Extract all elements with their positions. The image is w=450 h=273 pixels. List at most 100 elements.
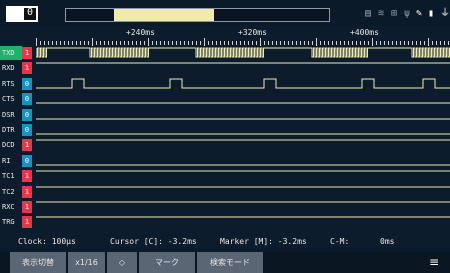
ruler-tick <box>216 41 217 45</box>
ruler-tick <box>276 41 277 45</box>
channel-row[interactable]: TXD 1 <box>0 46 450 60</box>
channel-waveform <box>36 164 450 166</box>
channel-row[interactable]: DTR 0 <box>0 123 450 137</box>
ruler-tick <box>236 41 237 45</box>
top-toolbar: 0 ▤ ≋ ⊞ ψ ✎ ▮ ⏚ <box>0 0 450 26</box>
channel-state-badge: 1 <box>22 62 32 75</box>
waveform-trace <box>36 78 450 89</box>
ruler-tick <box>132 41 133 45</box>
usb-plug-icon: ⏚ <box>440 8 450 19</box>
channel-waveform <box>36 139 450 141</box>
ruler-tick <box>448 41 449 45</box>
channel-label: RXC <box>2 203 15 211</box>
ruler-tick <box>392 41 393 45</box>
channel-toggle-button[interactable]: 0 <box>22 6 38 22</box>
channel-row[interactable]: RXD 1 <box>0 61 450 75</box>
overview-scrollbar[interactable] <box>65 8 330 22</box>
channel-label: CTS <box>2 95 15 104</box>
channel-waveform <box>36 118 450 120</box>
channel-waveform <box>36 216 450 218</box>
ruler-tick <box>300 41 301 45</box>
ruler-tick <box>212 41 213 45</box>
ruler-tick <box>416 41 417 45</box>
search-mode-button[interactable]: 検索モード <box>197 252 263 273</box>
cm-value: 0ms <box>380 237 395 246</box>
ruler-tick <box>104 41 105 45</box>
network-icon: ⊞ <box>391 8 398 19</box>
ruler-tick <box>52 41 53 45</box>
ruler-tick <box>140 41 141 45</box>
channel-row[interactable]: TRG 1 <box>0 215 450 229</box>
display-switch-button[interactable]: 表示切替 <box>10 252 66 273</box>
ruler-tick <box>364 41 365 45</box>
ruler-tick <box>188 41 189 45</box>
ruler-tick <box>112 41 113 45</box>
ruler-tick <box>224 41 225 45</box>
ruler-tick <box>376 41 377 45</box>
channel-label: DCD <box>2 141 15 150</box>
channel-row[interactable]: CTS 0 <box>0 92 450 106</box>
ruler-tick <box>296 41 297 45</box>
zoom-level-label[interactable]: x1/16 <box>68 252 105 273</box>
ruler-tick <box>232 41 233 45</box>
ruler-tick <box>312 41 313 45</box>
ruler-tick <box>240 41 241 45</box>
channel-row[interactable]: RXC 1 <box>0 200 450 214</box>
ruler-tick <box>124 41 125 45</box>
cursor-readout: Cursor [C]: -3.2ms <box>110 237 197 246</box>
marker-readout: Marker [M]: -3.2ms <box>220 237 307 246</box>
ruler-tick <box>96 41 97 45</box>
channel-row[interactable]: DSR 0 <box>0 108 450 122</box>
ruler-tick <box>372 38 373 46</box>
channel-waveform <box>36 133 450 135</box>
wifi-icon: ≋ <box>378 8 385 19</box>
channel-row[interactable]: RI 0 <box>0 154 450 168</box>
ruler-tick <box>168 41 169 45</box>
ruler-tick <box>192 41 193 45</box>
time-ruler: +240ms +320ms +400ms <box>0 26 450 46</box>
channel-state-badge: 0 <box>22 154 32 167</box>
ruler-tick <box>380 41 381 45</box>
ruler-tick <box>356 41 357 45</box>
ruler-tick <box>184 41 185 45</box>
clock-readout: Clock: 100µs <box>18 237 76 246</box>
channel-waveform <box>36 170 450 172</box>
menu-icon[interactable]: ≡ <box>422 252 446 273</box>
channel-state-badge: 1 <box>22 201 32 213</box>
channel-waveform <box>36 102 450 104</box>
ruler-tick <box>200 41 201 45</box>
zoom-stepper-button[interactable]: ◇ <box>107 252 137 273</box>
channel-state-badge: 1 <box>22 216 32 229</box>
channel-row[interactable]: TC1 1 <box>0 169 450 183</box>
overview-window[interactable] <box>114 9 214 21</box>
ruler-label: +320ms <box>238 28 267 37</box>
ruler-tick <box>308 41 309 45</box>
channel-waveform <box>36 47 450 58</box>
channel-state-badge: 1 <box>22 185 32 198</box>
ruler-tick <box>288 41 289 45</box>
ruler-tick <box>304 41 305 45</box>
ruler-tick <box>348 41 349 45</box>
channel-row[interactable]: RTS 0 <box>0 77 450 91</box>
ruler-tick <box>144 41 145 45</box>
ruler-tick <box>156 41 157 45</box>
ruler-tick <box>428 38 429 46</box>
stop-button[interactable] <box>6 6 22 22</box>
ruler-tick <box>432 41 433 45</box>
mark-button[interactable]: マーク <box>139 252 195 273</box>
ruler-tick <box>120 41 121 45</box>
ruler-tick <box>80 41 81 45</box>
channel-state-badge: 1 <box>22 139 32 152</box>
ruler-tick <box>152 41 153 45</box>
channel-waveform <box>36 62 450 64</box>
channel-label: DTR <box>2 126 15 134</box>
ruler-tick <box>172 41 173 45</box>
channel-row[interactable]: TC2 1 <box>0 185 450 199</box>
ruler-tick <box>108 41 109 45</box>
ruler-tick <box>148 38 149 46</box>
ruler-tick <box>268 41 269 45</box>
channel-row[interactable]: DCD 1 <box>0 138 450 152</box>
ruler-tick <box>316 38 317 46</box>
channel-state-badge: 1 <box>22 170 32 183</box>
channel-label: RXD <box>2 64 15 73</box>
